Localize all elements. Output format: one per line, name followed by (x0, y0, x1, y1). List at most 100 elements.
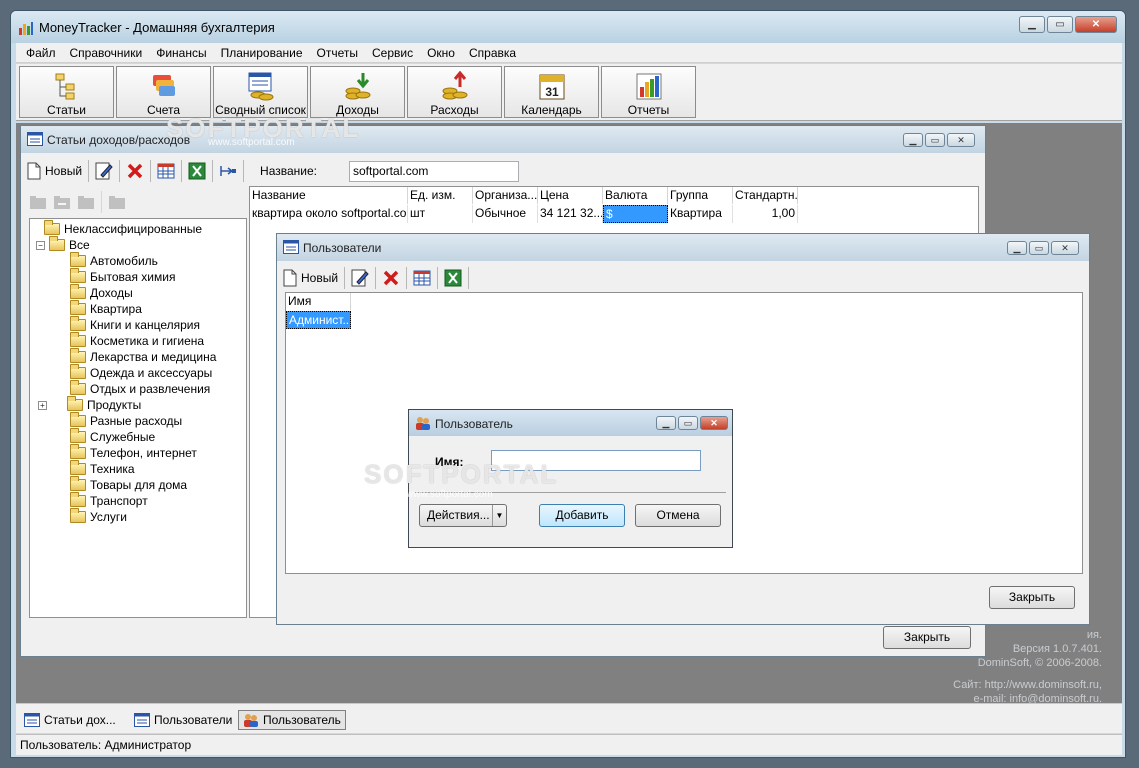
folder-icon (70, 268, 86, 283)
reports-button[interactable]: Отчеты (601, 66, 696, 118)
tree-item[interactable]: Лекарства и медицина (54, 348, 216, 365)
dialog-maximize-button[interactable]: ▭ (678, 416, 698, 430)
users-new-button[interactable]: Новый (281, 267, 340, 289)
tree-item[interactable]: Бытовая химия (54, 268, 175, 285)
tree-item[interactable]: Служебные (54, 428, 155, 445)
users-edit-button[interactable] (349, 267, 371, 289)
tree-item[interactable]: Отдых и развлечения (54, 380, 210, 397)
articles-new-button[interactable]: Новый (25, 160, 84, 182)
close-button[interactable]: ✕ (1075, 16, 1117, 33)
col-header-standard[interactable]: Стандартн... (733, 187, 798, 204)
col-header-name[interactable]: Название (250, 187, 408, 204)
calendar-button[interactable]: 31 Календарь (504, 66, 599, 118)
articles-minimize-button[interactable]: ▁ (903, 133, 923, 147)
menu-file[interactable]: Файл (26, 46, 56, 60)
folder-remove-icon[interactable] (77, 194, 95, 210)
tree-item-label: Товары для дома (90, 478, 188, 492)
tree-item[interactable]: Одежда и аксессуары (54, 364, 213, 381)
window-controls: ▁ ▭ ✕ (1019, 16, 1117, 33)
app-title: MoneyTracker - Домашняя бухгалтерия (39, 20, 275, 35)
task-articles[interactable]: Статьи дох... (20, 710, 120, 730)
folder-icon (70, 476, 86, 491)
col-header-organization[interactable]: Организа... (473, 187, 538, 204)
version-text: Версия 1.0.7.401. (1012, 643, 1102, 655)
income-button[interactable]: Доходы (310, 66, 405, 118)
tree-item[interactable]: Квартира (54, 300, 142, 317)
tree-item[interactable]: Доходы (54, 284, 133, 301)
tree-item[interactable]: Товары для дома (54, 476, 188, 493)
articles-name-input[interactable]: softportal.com (349, 161, 519, 182)
dialog-close-button[interactable]: ✕ (700, 416, 728, 430)
table-row[interactable]: квартира около softportal.com шт Обычное… (250, 205, 798, 223)
task-users[interactable]: Пользователи (130, 710, 236, 730)
new-document-icon (27, 162, 41, 180)
col-header-group[interactable]: Группа (668, 187, 733, 204)
articles-edit-button[interactable] (93, 160, 115, 182)
maximize-button[interactable]: ▭ (1047, 16, 1073, 33)
articles-close-button[interactable]: ✕ (947, 133, 975, 147)
users-maximize-button[interactable]: ▭ (1029, 241, 1049, 255)
articles-button[interactable]: Статьи (19, 66, 114, 118)
menu-help[interactable]: Справка (469, 46, 516, 60)
menu-window[interactable]: Окно (427, 46, 455, 60)
col-header-unit[interactable]: Ед. изм. (408, 187, 473, 204)
list-window-icon (134, 713, 150, 727)
folder-properties-icon[interactable] (108, 194, 126, 210)
articles-close-bottom-button[interactable]: Закрыть (883, 626, 971, 649)
col-header-user-name[interactable]: Имя (286, 293, 351, 310)
users-close-bottom-button[interactable]: Закрыть (989, 586, 1075, 609)
tree-item[interactable]: Телефон, интернет (54, 444, 197, 461)
cancel-button[interactable]: Отмена (635, 504, 721, 527)
menu-finance[interactable]: Финансы (156, 46, 206, 60)
summary-list-button[interactable]: Сводный список (213, 66, 308, 118)
articles-move-button[interactable] (217, 160, 239, 182)
tree-item[interactable]: Разные расходы (54, 412, 182, 429)
articles-delete-button[interactable] (124, 160, 146, 182)
expand-toggle[interactable]: + (38, 400, 47, 410)
folder-add-icon[interactable] (29, 194, 47, 210)
site-text: Сайт: http://www.dominsoft.ru, (953, 679, 1102, 691)
selected-cell[interactable]: $ (603, 205, 668, 223)
menu-reports[interactable]: Отчеты (317, 46, 358, 60)
folder-icon (70, 300, 86, 315)
tree-item[interactable]: Техника (54, 460, 135, 477)
users-close-button[interactable]: ✕ (1051, 241, 1079, 255)
articles-excel-button[interactable] (186, 160, 208, 182)
users-minimize-button[interactable]: ▁ (1007, 241, 1027, 255)
main-window: MoneyTracker - Домашняя бухгалтерия ▁ ▭ … (10, 10, 1126, 758)
tree-item[interactable]: Косметика и гигиена (54, 332, 204, 349)
tree-item[interactable]: Транспорт (54, 492, 148, 509)
tree-item[interactable]: Услуги (54, 508, 127, 525)
expenses-button[interactable]: Расходы (407, 66, 502, 118)
list-item[interactable]: Админист... (286, 311, 351, 329)
accounts-button[interactable]: Счета (116, 66, 211, 118)
tree-item-label: Одежда и аксессуары (90, 366, 213, 380)
tree-item-unclassified[interactable]: Неклассифицированные (44, 220, 202, 237)
col-header-currency[interactable]: Валюта (603, 187, 668, 204)
toolbar-separator (406, 267, 408, 289)
mdi-work-area: ия. Версия 1.0.7.401. DominSoft, © 2006-… (16, 113, 1122, 705)
minimize-button[interactable]: ▁ (1019, 16, 1045, 33)
users-excel-button[interactable] (442, 267, 464, 289)
tree-item[interactable]: Книги и канцелярия (54, 316, 200, 333)
articles-table-button[interactable] (155, 160, 177, 182)
tree-item[interactable]: + Продукты (38, 396, 141, 413)
articles-maximize-button[interactable]: ▭ (925, 133, 945, 147)
selected-user-cell[interactable]: Админист... (286, 311, 351, 329)
col-header-price[interactable]: Цена (538, 187, 603, 204)
menu-references[interactable]: Справочники (70, 46, 143, 60)
table-icon (157, 163, 175, 179)
users-table-button[interactable] (411, 267, 433, 289)
menu-planning[interactable]: Планирование (221, 46, 303, 60)
dialog-minimize-button[interactable]: ▁ (656, 416, 676, 430)
tree-item[interactable]: Автомобиль (54, 252, 158, 269)
actions-dropdown-button[interactable]: Действия... ▼ (419, 504, 507, 527)
menu-service[interactable]: Сервис (372, 46, 413, 60)
collapse-toggle[interactable]: − (36, 240, 45, 250)
task-user-dialog[interactable]: Пользователь (238, 710, 346, 730)
add-button[interactable]: Добавить (539, 504, 625, 527)
folder-move-icon[interactable] (53, 194, 71, 210)
tree-item-all[interactable]: − Все (36, 236, 90, 253)
bar-chart-icon (636, 73, 661, 100)
users-delete-button[interactable] (380, 267, 402, 289)
